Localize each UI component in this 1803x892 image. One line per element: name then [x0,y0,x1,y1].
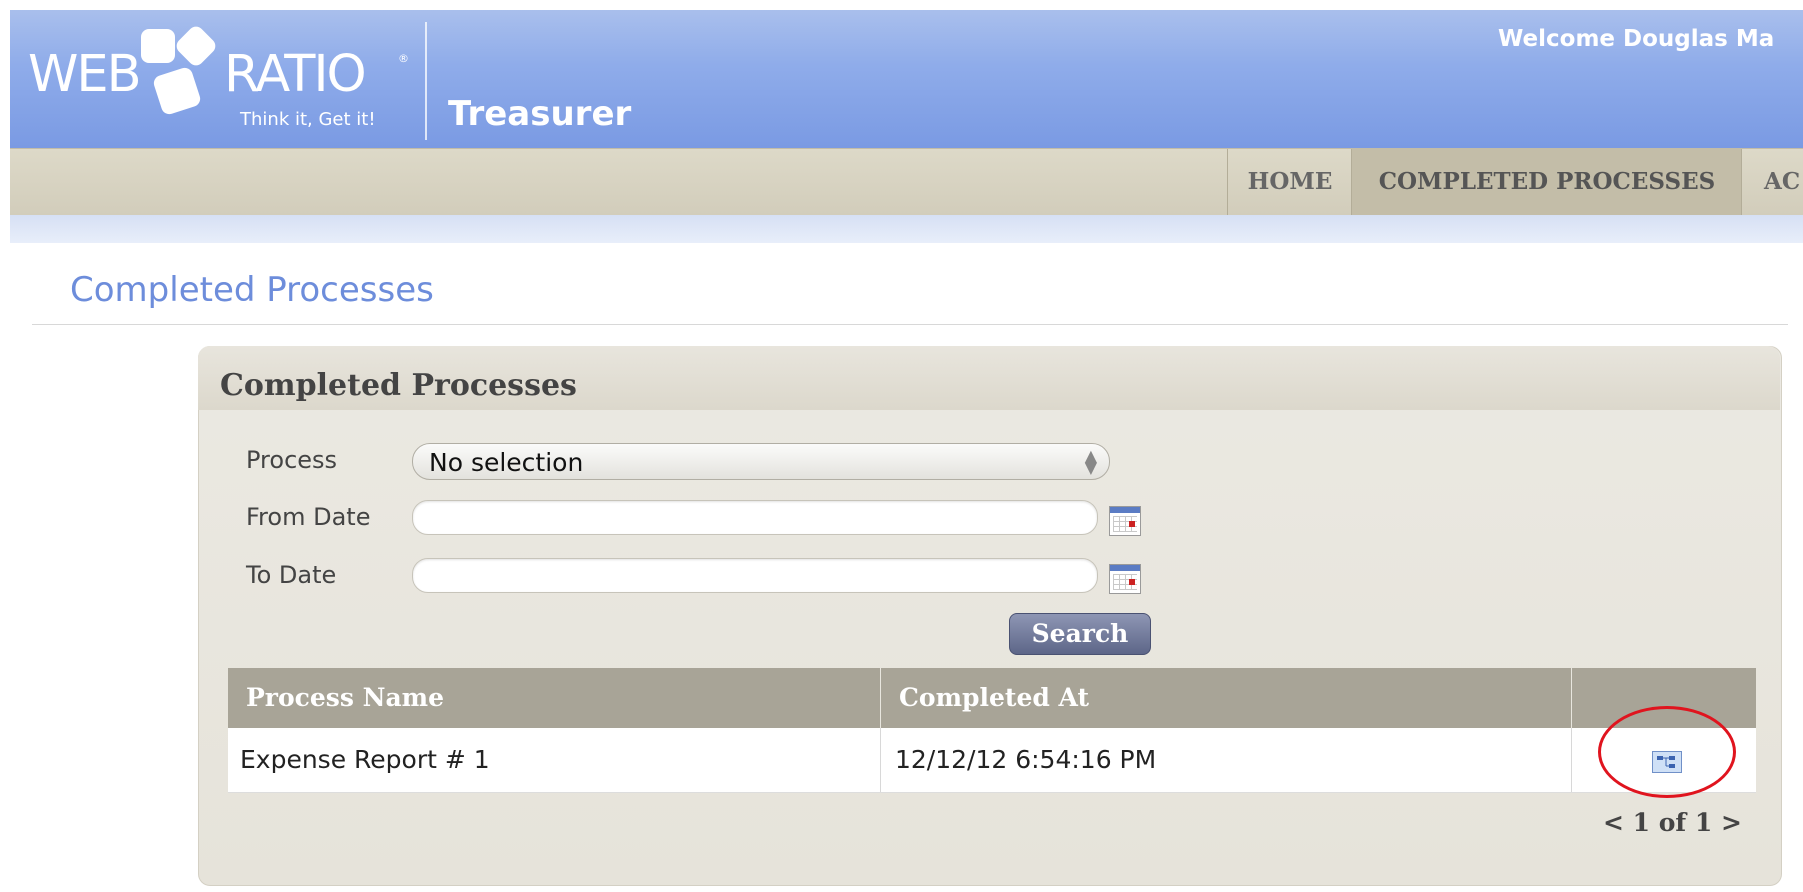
logo-cube-3 [151,65,203,117]
header-divider [425,22,427,140]
sub-bar [10,215,1803,243]
table-row[interactable]: Expense Report # 1 12/12/12 6:54:16 PM [228,728,1756,793]
search-button[interactable]: Search [1009,613,1151,655]
completed-processes-panel [198,346,1782,886]
page-title: Completed Processes [70,270,434,310]
logo-tagline: Think it, Get it! [240,109,376,130]
cell-process-name: Expense Report # 1 [240,745,490,774]
app-header: WEB RATIO ® Think it, Get it! Treasurer … [10,10,1803,148]
select-arrows-icon: ▲ ▼ [1084,446,1097,477]
table-header: Process Name Completed At [228,668,1756,728]
process-select[interactable]: No selection ▲ ▼ [412,443,1110,480]
nav-home[interactable]: HOME [1227,149,1352,215]
to-date-input[interactable] [412,558,1098,593]
pagination[interactable]: < 1 of 1 > [1603,808,1742,837]
logo-cube-2 [173,23,219,69]
to-date-calendar-icon[interactable] [1109,564,1141,594]
logo-cube-1 [141,29,175,63]
title-divider [32,324,1788,325]
welcome-text: Welcome Douglas Ma [1498,26,1775,52]
nav-active-processes[interactable]: AC [1741,149,1803,215]
cell-completed-at: 12/12/12 6:54:16 PM [895,745,1157,774]
process-selected-value: No selection [429,448,584,477]
webratio-logo[interactable]: WEB RATIO ® Think it, Get it! [10,10,430,148]
column-header-completed-at[interactable]: Completed At [881,668,1571,728]
from-date-input[interactable] [412,500,1098,535]
logo-word-web: WEB [28,45,142,104]
column-header-process-name[interactable]: Process Name [228,668,880,728]
app-title: Treasurer [448,94,632,134]
registered-mark: ® [398,52,409,65]
from-date-calendar-icon[interactable] [1109,506,1141,536]
nav-completed-processes[interactable]: COMPLETED PROCESSES [1351,149,1742,215]
to-date-label: To Date [246,561,337,589]
process-label: Process [246,446,338,474]
logo-word-ratio: RATIO [224,45,367,104]
from-date-label: From Date [246,503,371,531]
main-nav: HOME COMPLETED PROCESSES AC [10,148,1803,216]
highlight-circle [1598,706,1736,798]
panel-title: Completed Processes [220,368,577,403]
